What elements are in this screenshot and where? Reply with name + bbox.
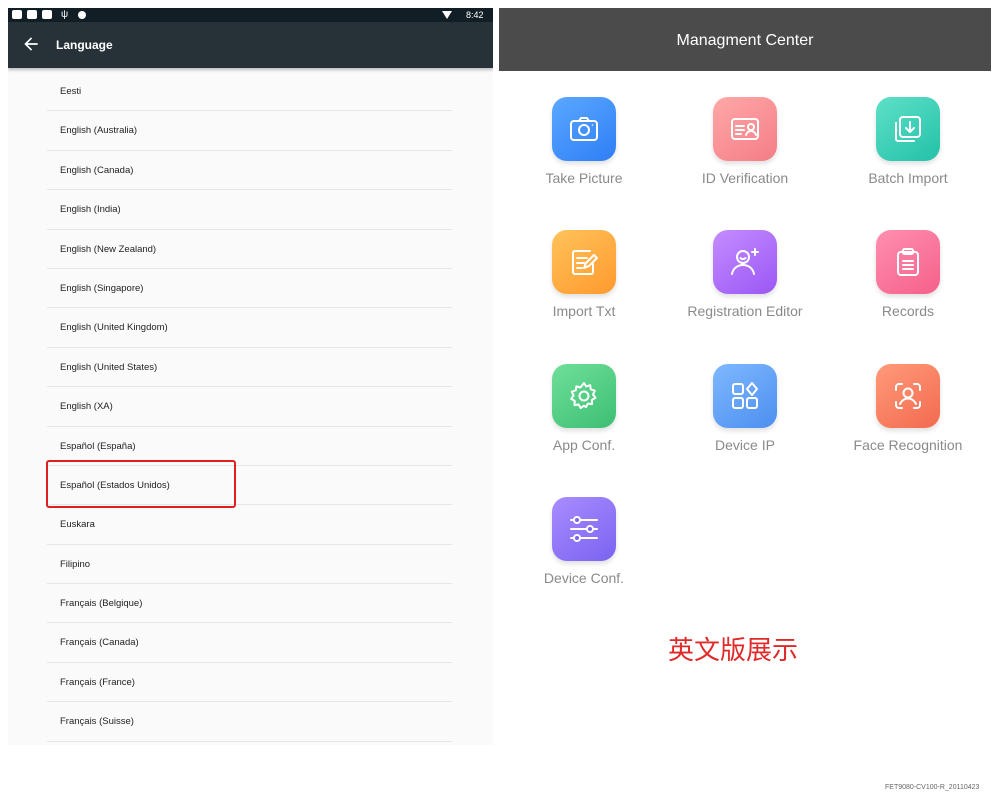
status-bar: ψ 8:42: [8, 8, 493, 22]
function-tile-label: Import Txt: [552, 303, 616, 319]
document-code: FET9080-CV100-R_20110423: [885, 784, 980, 791]
camera-icon[interactable]: [552, 97, 616, 161]
function-tile[interactable]: ID Verification: [660, 97, 830, 207]
language-option[interactable]: English (Singapore): [47, 269, 452, 309]
function-tile-label: Registration Editor: [687, 303, 803, 319]
function-tile-label: Take Picture: [545, 170, 623, 186]
language-option-label: Français (France): [60, 676, 135, 688]
language-option-label: Eesti: [60, 86, 82, 97]
function-tile-label: App Conf.: [552, 437, 616, 453]
language-option-label: Filipino: [60, 558, 91, 570]
language-option[interactable]: Filipino: [47, 545, 452, 585]
header: Managment Center: [499, 8, 991, 71]
language-option-label: English (New Zealand): [60, 243, 157, 255]
language-option[interactable]: Français (Canada): [47, 623, 452, 663]
notification-icon: [27, 10, 37, 19]
wifi-icon: [442, 11, 452, 19]
function-tile[interactable]: Take Picture: [499, 97, 669, 207]
language-option[interactable]: English (Australia): [47, 111, 452, 151]
language-option[interactable]: Français (France): [47, 663, 452, 703]
language-option[interactable]: Français (Suisse): [47, 702, 452, 742]
language-option[interactable]: Euskara: [47, 505, 452, 545]
gear-icon[interactable]: [552, 364, 616, 428]
function-tile-label: Batch Import: [868, 170, 948, 186]
function-tile[interactable]: App Conf.: [499, 364, 669, 474]
id-card-icon[interactable]: [713, 97, 777, 161]
language-option-label: English (Australia): [60, 125, 138, 137]
language-option[interactable]: English (United States): [47, 348, 452, 388]
page-title: Language: [56, 38, 113, 52]
language-option-label: Français (Canada): [60, 637, 139, 649]
function-tile-label: Face Recognition: [853, 437, 963, 453]
function-tile-label: ID Verification: [701, 170, 789, 186]
language-option[interactable]: English (XA): [47, 387, 452, 427]
function-tile[interactable]: Registration Editor: [660, 230, 830, 340]
status-time: 8:42: [466, 10, 484, 20]
management-center-screen: Managment Center Take Picture ID Verifica…: [499, 8, 991, 743]
notification-icon: [42, 10, 52, 19]
language-option-label: Euskara: [60, 519, 95, 531]
clipboard-icon[interactable]: [876, 230, 940, 294]
language-option-label: English (XA): [60, 401, 113, 413]
arrow-left-icon[interactable]: [21, 34, 41, 54]
language-option-label: English (United Kingdom): [60, 322, 168, 334]
android-debug-icon: [78, 11, 86, 19]
function-tile-label: Device Conf.: [543, 570, 625, 586]
function-tile[interactable]: Device IP: [660, 364, 830, 474]
usb-icon: ψ: [61, 9, 69, 20]
language-option-label: English (India): [60, 204, 121, 216]
language-option[interactable]: English (New Zealand): [47, 230, 452, 269]
function-tile[interactable]: Import Txt: [499, 230, 669, 340]
function-tile[interactable]: Device Conf.: [499, 497, 669, 607]
language-option-label: English (Canada): [60, 164, 134, 176]
function-tile-label: Records: [881, 303, 935, 319]
language-option[interactable]: English (United Kingdom): [47, 308, 452, 348]
function-tile[interactable]: Face Recognition: [823, 364, 993, 474]
language-option[interactable]: Eesti: [47, 72, 452, 112]
language-option-label: English (United States): [60, 361, 158, 373]
page-title: Managment Center: [676, 32, 814, 49]
face-scan-icon[interactable]: [876, 364, 940, 428]
function-tile-label: Device IP: [715, 437, 775, 453]
highlight-box: [46, 460, 236, 508]
language-option-label: Français (Suisse): [60, 716, 134, 728]
language-option-label: Français (Belgique): [60, 598, 143, 610]
language-option[interactable]: English (Canada): [47, 151, 452, 191]
function-tile[interactable]: Batch Import: [823, 97, 993, 207]
language-option[interactable]: English (India): [47, 190, 452, 230]
edit-document-icon[interactable]: [552, 230, 616, 294]
user-add-icon[interactable]: [713, 230, 777, 294]
language-screen: ψ 8:42 Language Eesti English (Australia)…: [8, 8, 493, 745]
sliders-icon[interactable]: [552, 497, 616, 561]
function-tile[interactable]: Records: [823, 230, 993, 340]
notification-icon: [12, 10, 22, 19]
language-option[interactable]: Français (Belgique): [47, 584, 452, 624]
app-bar: Language: [8, 22, 493, 68]
batch-import-icon[interactable]: [876, 97, 940, 161]
caption-text: 英文版展示: [667, 636, 798, 666]
language-list: Eesti English (Australia) English (Canada)…: [47, 72, 452, 742]
language-option-label: English (Singapore): [60, 282, 144, 294]
grid-icon[interactable]: [713, 364, 777, 428]
